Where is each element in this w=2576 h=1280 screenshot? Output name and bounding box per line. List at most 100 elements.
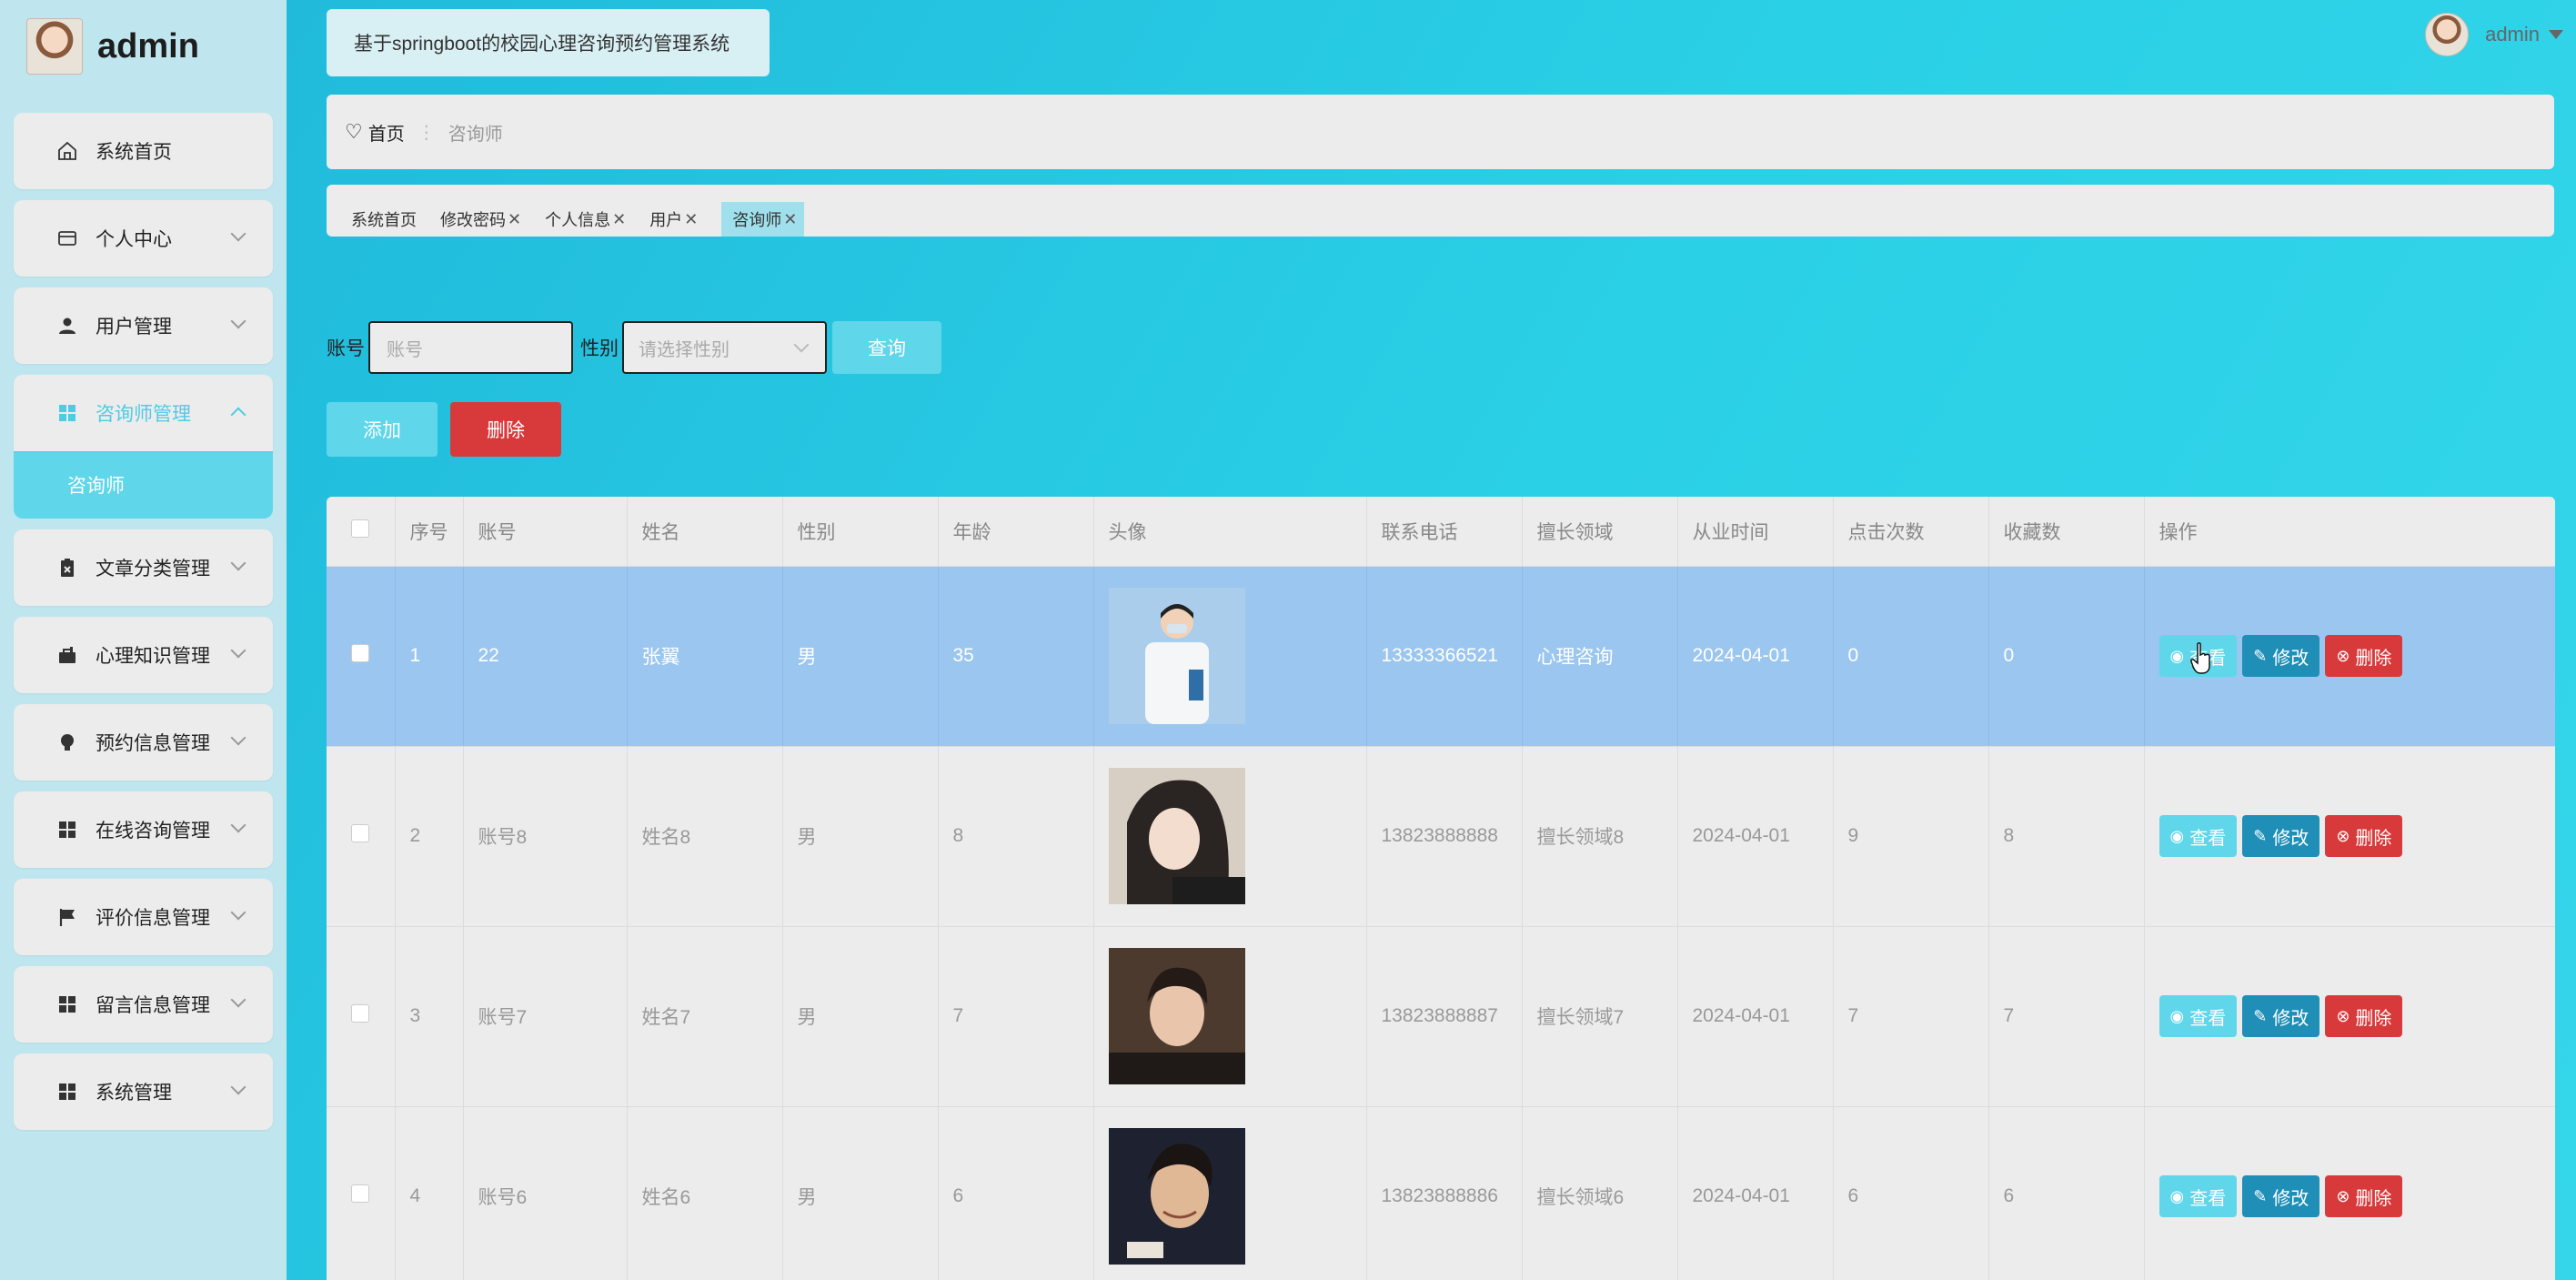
eye-icon: ◉ bbox=[2169, 1006, 2185, 1025]
user-name[interactable]: admin bbox=[2485, 23, 2540, 46]
delete-button[interactable]: ⊗ 删除 bbox=[2325, 635, 2403, 677]
table-row[interactable]: 3 账号7 姓名7 男 7 13823888887 擅长领域7 2024-04-01 7 7 ◉ 查… bbox=[327, 926, 2555, 1107]
cell-gender: 男 bbox=[782, 746, 939, 927]
sidebar-item-4[interactable]: 文章分类管理 bbox=[14, 529, 273, 606]
admin-avatar bbox=[26, 18, 83, 75]
sidebar-item-3[interactable]: 咨询师管理 bbox=[14, 375, 273, 451]
row-checkbox[interactable] bbox=[327, 926, 396, 1107]
row-checkbox[interactable] bbox=[327, 566, 396, 747]
cell-account: 账号7 bbox=[463, 926, 628, 1107]
edit-label: 修改 bbox=[2272, 1188, 2309, 1209]
view-button[interactable]: ◉查看 bbox=[2158, 1175, 2238, 1217]
close-icon[interactable]: ✕ bbox=[684, 210, 698, 229]
cell-photo bbox=[1093, 746, 1367, 927]
cell-name: 姓名6 bbox=[627, 1106, 783, 1280]
checkbox-icon[interactable] bbox=[351, 1184, 370, 1203]
cell-clicks: 7 bbox=[1833, 926, 1989, 1107]
edit-button[interactable]: ✎ 修改 bbox=[2242, 1175, 2320, 1217]
cell-account: 账号8 bbox=[463, 746, 628, 927]
account-input[interactable]: 账号 bbox=[368, 321, 573, 374]
tab-4[interactable]: 咨询师 ✕ bbox=[721, 202, 805, 237]
user-menu[interactable]: admin bbox=[2425, 13, 2563, 56]
cell-clicks: 6 bbox=[1833, 1106, 1989, 1280]
gender-label: 性别 bbox=[580, 338, 619, 359]
sidebar-item-6[interactable]: 预约信息管理 bbox=[14, 704, 273, 781]
brand: admin bbox=[26, 18, 199, 75]
cell-index: 1 bbox=[395, 566, 464, 747]
column-header: 点击次数 bbox=[1833, 497, 1989, 567]
sidebar-item-10[interactable]: 系统管理 bbox=[14, 1053, 273, 1130]
delete-button[interactable]: ⊗ 删除 bbox=[2325, 995, 2403, 1037]
chevron-icon bbox=[230, 1079, 247, 1095]
checkbox-icon[interactable] bbox=[351, 519, 370, 538]
breadcrumb-home-label: 首页 bbox=[367, 124, 405, 145]
chevron-icon bbox=[230, 226, 247, 242]
sidebar-item-1[interactable]: 个人中心 bbox=[14, 200, 273, 277]
breadcrumb-home[interactable]: ♡ 首页 bbox=[345, 119, 405, 146]
close-icon[interactable]: ✕ bbox=[783, 210, 797, 229]
sidebar-item-7[interactable]: 在线咨询管理 bbox=[14, 791, 273, 868]
avatar[interactable] bbox=[2425, 13, 2470, 56]
bulk-delete-button[interactable]: 删除 bbox=[450, 402, 561, 457]
close-circle-icon: ⊗ bbox=[2336, 646, 2350, 665]
sidebar-item-label: 系统管理 bbox=[96, 1083, 172, 1104]
chevron-icon bbox=[230, 555, 247, 571]
cell-phone: 13823888887 bbox=[1366, 926, 1523, 1107]
sidebar-subitem-counselor[interactable]: 咨询师 bbox=[14, 451, 273, 519]
cell-favorites: 7 bbox=[1988, 926, 2145, 1107]
sidebar: admin 系统首页 个人中心 用户管理 咨询师管理 咨询师 文章分类管理 心理… bbox=[0, 0, 287, 1280]
close-icon[interactable]: ✕ bbox=[508, 210, 521, 229]
account-label: 账号 bbox=[327, 338, 365, 359]
caret-down-icon[interactable] bbox=[2549, 30, 2563, 39]
tab-0[interactable]: 系统首页 bbox=[351, 202, 428, 237]
table-row[interactable]: 122张翼男3513333366521心理咨询2024-04-0100 ◉查看 … bbox=[327, 566, 2555, 747]
chevron-icon bbox=[230, 904, 247, 921]
row-checkbox[interactable] bbox=[327, 746, 396, 927]
user-icon bbox=[55, 314, 79, 338]
column-header: 擅长领域 bbox=[1522, 497, 1678, 567]
cell-account: 22 bbox=[463, 566, 628, 747]
sidebar-item-5[interactable]: 心理知识管理 bbox=[14, 617, 273, 693]
gender-select-placeholder: 请选择性别 bbox=[639, 339, 730, 360]
sidebar-item-label: 咨询师管理 bbox=[96, 404, 191, 425]
breadcrumb-separator-icon: ⋮ bbox=[417, 122, 436, 143]
column-header: 账号 bbox=[463, 497, 628, 567]
cell-name: 姓名8 bbox=[627, 746, 783, 927]
view-button[interactable]: ◉查看 bbox=[2158, 995, 2238, 1037]
row-checkbox[interactable] bbox=[327, 1106, 396, 1280]
checkbox-icon[interactable] bbox=[351, 824, 370, 842]
delete-button[interactable]: ⊗ 删除 bbox=[2325, 815, 2403, 857]
checkbox-icon[interactable] bbox=[351, 1004, 370, 1023]
cell-favorites: 0 bbox=[1988, 566, 2145, 747]
heart-icon: ♡ bbox=[345, 120, 363, 143]
close-icon[interactable]: ✕ bbox=[612, 210, 626, 229]
sidebar-item-0[interactable]: 系统首页 bbox=[14, 113, 273, 189]
column-header: 从业时间 bbox=[1677, 497, 1834, 567]
checkbox-icon[interactable] bbox=[351, 644, 370, 662]
add-button[interactable]: 添加 bbox=[327, 402, 438, 457]
cell-photo bbox=[1093, 1106, 1367, 1280]
delete-button[interactable]: ⊗ 删除 bbox=[2325, 1175, 2403, 1217]
sidebar-item-8[interactable]: 评价信息管理 bbox=[14, 879, 273, 955]
view-button[interactable]: ◉查看 bbox=[2158, 815, 2238, 857]
flag-icon bbox=[55, 905, 79, 929]
table-header-row: 序号 账号 姓名 性别 年龄 头像 联系电话 擅长领域 从业时间 点击次数 收藏数 操作 bbox=[327, 497, 2555, 567]
edit-button[interactable]: ✎ 修改 bbox=[2242, 815, 2320, 857]
sidebar-item-label: 心理知识管理 bbox=[96, 646, 210, 667]
cell-actions: ◉查看 ✎修改 ⊗ 删除 bbox=[2144, 746, 2555, 927]
eye-icon: ◉ bbox=[2169, 826, 2185, 845]
select-all-checkbox[interactable] bbox=[327, 497, 396, 567]
close-circle-icon: ⊗ bbox=[2336, 1186, 2350, 1205]
tab-3[interactable]: 用户 ✕ bbox=[649, 202, 709, 237]
grid-icon bbox=[55, 818, 79, 842]
table-row[interactable]: 4 账号6 姓名6 男 6 13823888886 擅长领域6 2024-04-01 6 6 ◉ 查… bbox=[327, 1106, 2555, 1280]
sidebar-item-9[interactable]: 留言信息管理 bbox=[14, 966, 273, 1043]
edit-button[interactable]: ✎ 修改 bbox=[2242, 635, 2320, 677]
sidebar-item-2[interactable]: 用户管理 bbox=[14, 287, 273, 364]
query-button[interactable]: 查询 bbox=[832, 321, 941, 374]
tab-2[interactable]: 个人信息 ✕ bbox=[545, 202, 637, 237]
tab-1[interactable]: 修改密码 ✕ bbox=[440, 202, 532, 237]
edit-button[interactable]: ✎ 修改 bbox=[2242, 995, 2320, 1037]
table-row[interactable]: 2 账号8 姓名8 男 8 13823888888 擅长领域8 2024-04-01 9 8 ◉ 查… bbox=[327, 746, 2555, 927]
gender-select[interactable]: 请选择性别 bbox=[622, 321, 827, 374]
